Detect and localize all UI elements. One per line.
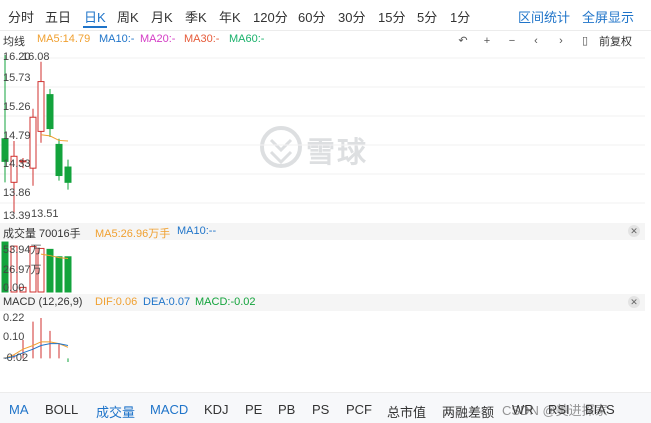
macd-value: MACD:-0.02 bbox=[195, 296, 256, 308]
candle-body-3 bbox=[29, 116, 37, 169]
macd-dea: DEA:0.07 bbox=[143, 296, 191, 308]
indicator-macd[interactable]: MACD bbox=[150, 402, 188, 417]
macd-tick-high: 0.22 bbox=[3, 312, 25, 324]
macd-tick-mid: 0.10 bbox=[3, 331, 25, 343]
indicator-margin[interactable]: 两融差额 bbox=[442, 402, 494, 421]
candle-body-7 bbox=[64, 166, 72, 183]
macd-dif: DIF:0.06 bbox=[95, 296, 138, 308]
volume-legend: 成交量 70016手 MA5:26.96万手 MA10:-- ✕ bbox=[0, 223, 645, 240]
price-tick-1479: 14.79 bbox=[3, 130, 31, 142]
indicator-boll[interactable]: BOLL bbox=[45, 402, 78, 417]
indicator-volume[interactable]: 成交量 bbox=[96, 402, 135, 421]
csdn-credit: CSDN @美进探家 bbox=[502, 403, 608, 418]
close-volume-icon[interactable]: ✕ bbox=[628, 225, 640, 237]
candle-body-5 bbox=[46, 94, 54, 130]
volume-bar-6 bbox=[55, 256, 63, 293]
indicator-kdj[interactable]: KDJ bbox=[204, 402, 229, 417]
candle-body-6 bbox=[55, 143, 63, 177]
volume-title: 成交量 70016手 bbox=[3, 228, 81, 240]
price-tick-1526: 15.26 bbox=[3, 101, 31, 113]
price-grid bbox=[0, 57, 645, 204]
indicator-pb[interactable]: PB bbox=[278, 402, 295, 417]
indicator-pe[interactable]: PE bbox=[245, 402, 262, 417]
indicator-market-cap[interactable]: 总市值 bbox=[387, 402, 426, 421]
indicator-ps[interactable]: PS bbox=[312, 402, 329, 417]
indicator-bar: MA BOLL 成交量 MACD KDJ PE PB PS PCF 总市值 两融… bbox=[0, 392, 651, 423]
volume-ma5: MA5:26.96万手 bbox=[95, 228, 171, 240]
close-macd-icon[interactable]: ✕ bbox=[628, 296, 640, 308]
price-tick-1386: 13.86 bbox=[3, 187, 31, 199]
price-tick-1339: 13.39 bbox=[3, 210, 31, 222]
volume-ma5-line bbox=[40, 253, 69, 260]
price-tick-1433: 14.33 bbox=[3, 158, 31, 170]
macd-tick-low: -0.02 bbox=[3, 352, 29, 364]
indicator-ma[interactable]: MA bbox=[9, 402, 29, 417]
volume-tick-mid: 26.97万 bbox=[3, 264, 42, 276]
ma5-line bbox=[40, 134, 69, 142]
price-tick-1608: 16.08 bbox=[22, 51, 50, 63]
candle-body-4 bbox=[37, 81, 45, 132]
macd-legend: MACD (12,26,9) DIF:0.06 DEA:0.07 MACD:-0… bbox=[0, 294, 645, 311]
price-low-label: 13.51 bbox=[31, 208, 59, 220]
volume-bar-7 bbox=[64, 256, 72, 293]
volume-tick-max: 53.94万 bbox=[3, 244, 42, 256]
price-tick-1573: 15.73 bbox=[3, 72, 31, 84]
volume-tick-zero: 0.00 bbox=[3, 282, 25, 294]
volume-ma10: MA10:-- bbox=[177, 225, 217, 237]
kline-chart bbox=[0, 55, 645, 362]
macd-title: MACD (12,26,9) bbox=[3, 296, 83, 308]
indicator-pcf[interactable]: PCF bbox=[346, 402, 372, 417]
